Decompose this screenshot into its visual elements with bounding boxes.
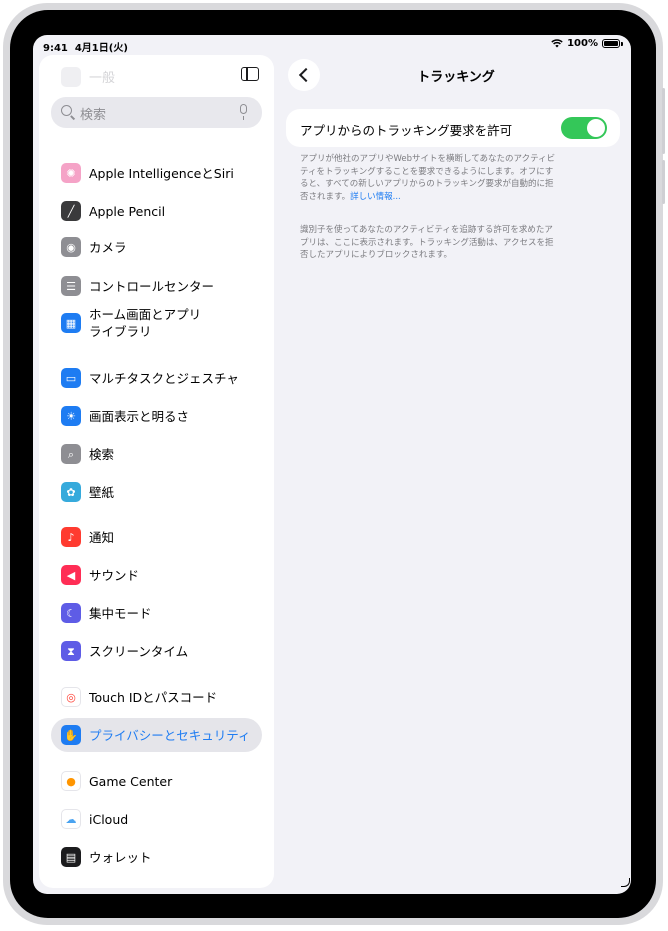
sidebar-item[interactable]: ╱ Apple Pencil [51,194,262,228]
sidebar-item[interactable]: ▭ マルチタスクとジェスチャ [51,361,262,395]
home-screen-icon: ▦ [61,313,81,333]
wifi-icon [551,39,563,48]
sidebar-item-label: 検索 [89,446,115,462]
tracking-toggle-switch[interactable] [561,117,607,139]
sun-icon: ☀ [61,406,81,426]
description-line: ティをトラッキングすることを要求できるようにします。オフにす [300,166,554,177]
sidebar-item-label: プライバシーとセキュリティ [89,727,251,743]
hand-icon: ✋ [61,725,81,745]
search-input[interactable]: 検索 [80,104,106,123]
detail-header: トラッキング [288,57,628,93]
sidebar-item-label: 壁紙 [89,484,115,500]
sidebar-item-label: ホーム画面とアプリ ライブラリ [89,306,201,340]
sidebar-item-label: Touch IDとパスコード [89,689,218,705]
moon-icon: ☾ [61,603,81,623]
sidebar-item-label: コントロールセンター [89,278,215,294]
apple-intelligence-icon: ✺ [61,163,81,183]
sidebar-item[interactable]: ◎ Touch IDとパスコード [51,680,262,714]
game-center-icon: ● [61,771,81,791]
sidebar-item[interactable]: ☰ コントロールセンター [51,269,262,303]
battery-icon [602,39,620,48]
status-date: 4月1日(火) [74,43,128,54]
status-time: 9:41 4月1日(火) [43,43,128,54]
sidebar-item[interactable]: ☾ 集中モード [51,596,262,630]
tracking-toggle-row[interactable]: アプリからのトラッキング要求を許可 [286,109,620,147]
camera-icon: ◉ [61,237,81,257]
search-field[interactable]: 検索 [51,97,262,128]
sidebar-item[interactable]: ▦アプリ [51,881,262,888]
status-right: 100% [551,38,623,49]
search-icon [61,105,72,116]
tracking-toggle-label: アプリからのトラッキング要求を許可 [300,123,513,138]
learn-more-link[interactable]: 詳しい情報... [350,192,401,202]
sidebar-item[interactable]: ☀ 画面表示と明るさ [51,399,262,433]
hourglass-icon: ⧗ [61,641,81,661]
tracking-apps-note: 識別子を使ってあなたのアクティビティを追跡する許可を求めたア プリは、ここに表示… [300,224,592,262]
sidebar-item-label: Apple Pencil [89,203,166,219]
wallet-icon: ▤ [61,847,81,867]
battery-tip [621,41,623,46]
sidebar-item-label-line: ライブラリ [89,324,152,339]
sidebar-item-label: Game Center [89,773,173,789]
speaker-icon: ◀ [61,565,81,585]
sidebar-top-bar: 一般 [39,55,274,95]
description-line: 否されます。 [300,191,351,202]
sidebar-item[interactable]: ♪ 通知 [51,520,262,554]
side-button [662,160,665,204]
screen: 9:41 4月1日(火) 100% 一般 検索 ✺ Apple Intellige… [33,35,631,894]
settings-sidebar: 一般 検索 ✺ Apple IntelligenceとSiri ╱ Apple Pen… [39,55,274,888]
note-line: 否したアプリによりブロックされます。 [300,250,452,260]
battery-percent: 100% [567,38,598,49]
sidebar-item-label: 画面表示と明るさ [89,408,190,424]
corner-indicator [621,878,630,887]
sidebar-item[interactable]: ◀ サウンド [51,558,262,592]
microphone-icon[interactable] [240,104,247,120]
tracking-description: アプリが他社のアプリやWebサイトを横断してあなたのアクティビ ティをトラッキン… [300,153,592,203]
sidebar-item[interactable]: ◉ カメラ [51,230,262,264]
note-line: プリは、ここに表示されます。トラッキング活動は、アクセスを拒 [300,237,554,248]
status-bar: 9:41 4月1日(火) 100% [33,35,631,55]
sidebar-item-label: サウンド [89,567,140,583]
note-line: 識別子を使ってあなたのアクティビティを追跡する許可を求めたア [300,225,553,235]
sidebar-faded-title: 一般 [89,71,116,86]
sidebar-item[interactable]: ⧗ スクリーンタイム [51,634,262,668]
multitask-icon: ▭ [61,368,81,388]
fingerprint-icon: ◎ [61,687,81,707]
sidebar-item-label: Apple IntelligenceとSiri [89,165,234,181]
description-line: アプリが他社のアプリやWebサイトを横断してあなたのアクティビ [300,154,556,164]
sidebar-item-label: iCloud [89,811,129,827]
sidebar-item-label: カメラ [89,239,127,255]
sidebar-item-label-line: ホーム画面とアプリ [89,307,202,322]
sidebar-item-label: 集中モード [89,605,152,621]
flower-icon: ✿ [61,482,81,502]
sidebar-item-label: 通知 [89,529,115,545]
search-icon: ⌕ [61,444,81,464]
sidebar-item-label: スクリーンタイム [89,643,189,659]
sidebar-item[interactable]: ✺ Apple IntelligenceとSiri [51,156,262,190]
sidebar-item[interactable]: ✋ プライバシーとセキュリティ [51,718,262,752]
page-title: トラッキング [417,70,495,85]
sidebar-item[interactable]: ✿ 壁紙 [51,475,262,509]
sidebar-item-label: ウォレット [89,849,152,865]
sidebar-item[interactable]: ▦ ホーム画面とアプリ ライブラリ [51,301,262,345]
volume-button [662,88,665,154]
sidebar-item[interactable]: ▤ ウォレット [51,840,262,874]
sidebar-item[interactable]: ☁ iCloud [51,802,262,836]
sidebar-item[interactable]: ⌕ 検索 [51,437,262,471]
sidebar-item[interactable]: ● Game Center [51,764,262,798]
bell-icon: ♪ [61,527,81,547]
sidebar-item-label: マルチタスクとジェスチャ [89,370,239,386]
toggles-icon: ☰ [61,276,81,296]
description-line: ると、すべての新しいアプリからのトラッキング要求が自動的に拒 [300,179,554,189]
pencil-icon: ╱ [61,201,81,221]
sidebar-toggle-icon[interactable] [241,67,259,81]
gear-icon [61,67,81,87]
cloud-icon: ☁ [61,809,81,829]
